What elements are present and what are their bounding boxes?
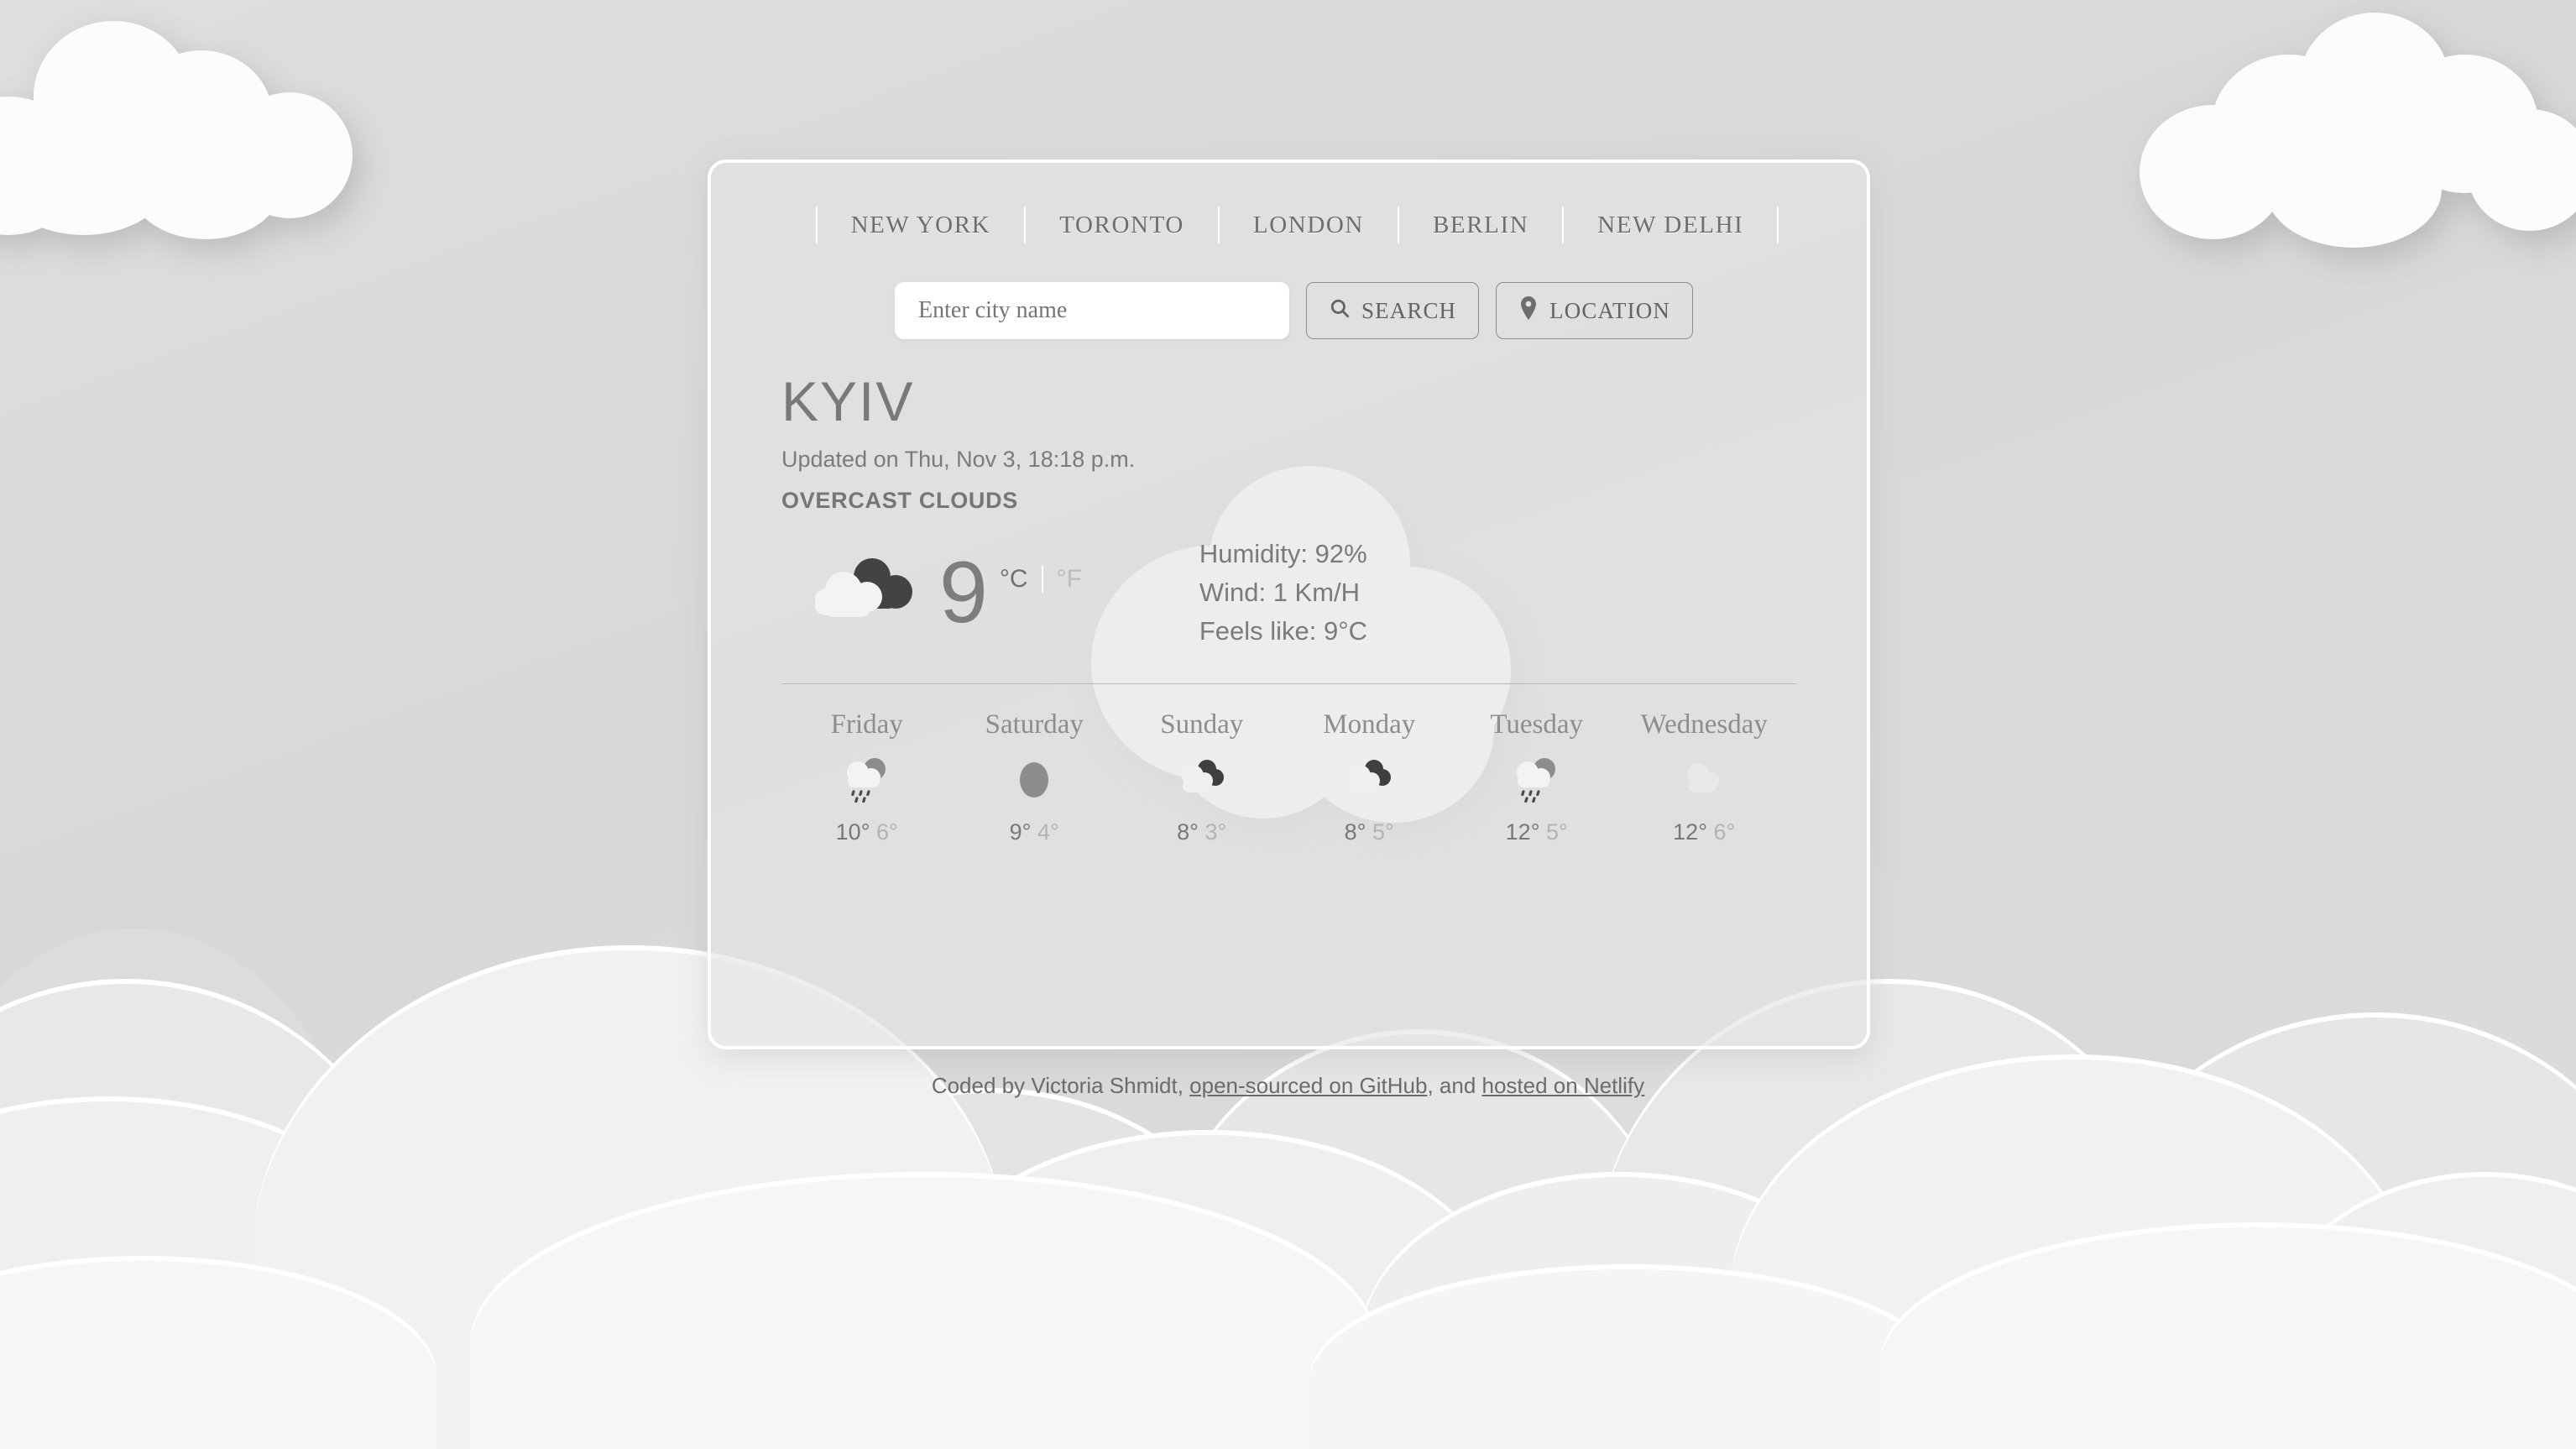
footer-prefix: Coded by Victoria Shmidt,: [931, 1073, 1190, 1098]
forecast-temps: 8° 5°: [1345, 819, 1394, 845]
updated-timestamp: Updated on Thu, Nov 3, 18:18 p.m.: [781, 446, 1136, 472]
map-pin-icon: [1518, 296, 1539, 326]
clear-sun-icon: [1008, 754, 1060, 806]
forecast-max: 8°: [1344, 819, 1366, 845]
unit-fahrenheit[interactable]: °F: [1057, 565, 1082, 594]
humidity-value: Humidity: 92%: [1199, 538, 1367, 568]
wind-value: Wind: 1 Km/H: [1199, 577, 1361, 607]
search-icon: [1329, 297, 1351, 325]
forecast-max: 10°: [835, 819, 870, 845]
forecast-min: 4°: [1037, 819, 1059, 845]
search-input[interactable]: [895, 282, 1290, 339]
current-weather-row: 9 °C °F Humidity: 92% Wind: 1 Km/H Feels…: [781, 539, 1796, 646]
forecast-day: Tuesday 12° 5°: [1453, 709, 1621, 845]
city-link-london[interactable]: LONDON: [1220, 212, 1398, 239]
forecast-max: 12°: [1505, 819, 1540, 845]
weather-description: OVERCAST CLOUDS: [781, 487, 1019, 513]
unit-separator: [1041, 565, 1043, 593]
forecast-day-name: Tuesday: [1490, 709, 1584, 740]
page-title: KYIV: [781, 370, 915, 432]
location-button-label: LOCATION: [1549, 297, 1670, 323]
unit-celsius[interactable]: °C: [1000, 565, 1028, 594]
netlify-link[interactable]: hosted on Netlify: [1482, 1073, 1645, 1098]
forecast-day-name: Wednesday: [1640, 709, 1768, 740]
temperature-value: 9: [939, 543, 988, 641]
forecast-day-name: Sunday: [1160, 709, 1244, 740]
weather-card: NEW YORK TORONTO LONDON BERLIN NEW DELHI…: [708, 160, 1870, 1049]
forecast-temps: 9° 4°: [1010, 819, 1059, 845]
overcast-clouds-icon: [813, 552, 922, 633]
background-cloud-top-left: [0, 8, 403, 239]
nav-divider: [1777, 207, 1779, 243]
temperature-block: 9 °C °F: [939, 543, 1082, 641]
search-form: SEARCH LOCATION: [781, 282, 1796, 339]
forecast-day: Wednesday 12° 6°: [1621, 709, 1789, 845]
forecast-day: Saturday 9° 4°: [951, 709, 1119, 845]
page-footer: Coded by Victoria Shmidt, open-sourced o…: [0, 1073, 2576, 1099]
forecast-day: Monday 8° 5°: [1286, 709, 1454, 845]
unit-toggle: °C °F: [1000, 565, 1082, 594]
forecast-max: 12°: [1673, 819, 1707, 845]
footer-middle: , and: [1427, 1073, 1482, 1098]
github-link[interactable]: open-sourced on GitHub: [1189, 1073, 1427, 1098]
forecast-min: 5°: [1546, 819, 1568, 845]
search-button-label: SEARCH: [1361, 297, 1457, 323]
forecast-min: 6°: [876, 819, 898, 845]
forecast-day-name: Friday: [830, 709, 903, 740]
forecast-day-name: Monday: [1323, 709, 1416, 740]
feels-like-value: Feels like: 9°C: [1199, 615, 1368, 646]
forecast-temps: 8° 3°: [1177, 819, 1226, 845]
forecast-min: 3°: [1204, 819, 1227, 845]
forecast-temps: 10° 6°: [836, 819, 898, 845]
forecast-temps: 12° 5°: [1506, 819, 1568, 845]
overcast-clouds-icon: [1176, 754, 1228, 806]
section-divider: [781, 683, 1796, 684]
overcast-clouds-icon: [1343, 754, 1395, 806]
forecast-day: Friday 10° 6°: [783, 709, 951, 845]
location-button[interactable]: LOCATION: [1496, 282, 1693, 339]
background-cloud-top-right: [2131, 13, 2576, 248]
forecast-min: 6°: [1713, 819, 1736, 845]
forecast-row: Friday 10° 6° Saturday 9° 4° Sunday 8° 3…: [781, 709, 1796, 845]
city-link-toronto[interactable]: TORONTO: [1026, 212, 1218, 239]
forecast-day: Sunday 8° 3°: [1118, 709, 1286, 845]
few-clouds-icon: [1678, 754, 1730, 806]
weather-details: Humidity: 92% Wind: 1 Km/H Feels like: 9…: [1199, 539, 1367, 646]
city-link-new-delhi[interactable]: NEW DELHI: [1564, 212, 1777, 239]
city-link-berlin[interactable]: BERLIN: [1399, 212, 1562, 239]
forecast-day-name: Saturday: [985, 709, 1084, 740]
forecast-temps: 12° 6°: [1673, 819, 1735, 845]
forecast-max: 8°: [1177, 819, 1199, 845]
city-nav: NEW YORK TORONTO LONDON BERLIN NEW DELHI: [781, 207, 1796, 243]
forecast-min: 5°: [1372, 819, 1394, 845]
city-link-new-york[interactable]: NEW YORK: [818, 212, 1025, 239]
rain-sun-icon: [841, 754, 893, 806]
rain-sun-icon: [1511, 754, 1563, 806]
search-button[interactable]: SEARCH: [1306, 282, 1480, 339]
forecast-max: 9°: [1009, 819, 1032, 845]
